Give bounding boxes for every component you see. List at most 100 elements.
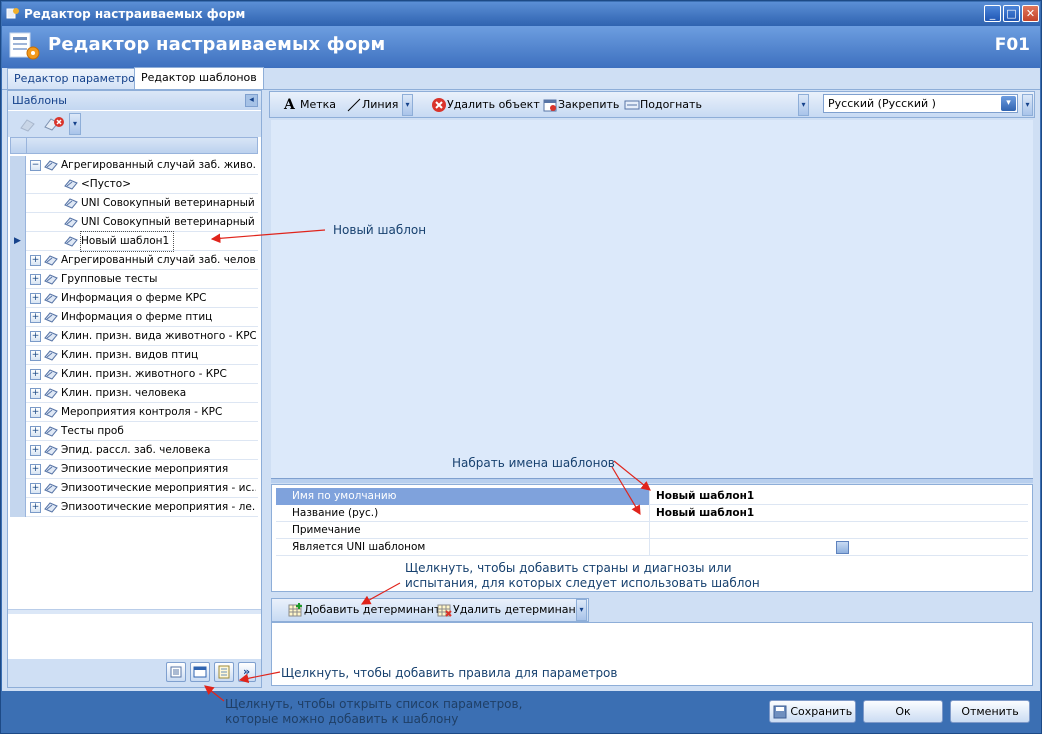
tree-item[interactable]: + Информация о ферме птиц [10,308,258,327]
pin-button[interactable]: Закрепить [542,96,619,115]
expand-icon[interactable]: + [30,331,41,342]
tab-template-editor[interactable]: Редактор шаблонов [134,67,264,89]
expand-icon[interactable]: + [30,464,41,475]
delete-template-icon[interactable] [42,114,72,134]
add-determinant-button[interactable]: Добавить детерминант [288,601,440,620]
add-template-icon[interactable] [18,115,38,133]
expand-icon[interactable]: + [30,350,41,361]
row-selector[interactable]: ▶ [10,232,26,251]
expand-icon[interactable]: + [30,255,41,266]
expand-icon[interactable]: + [30,502,41,513]
row-selector[interactable] [10,479,26,498]
tree-item[interactable]: + Клин. призн. человека [10,384,258,403]
tree-item[interactable]: + Эпид. рассл. заб. человека [10,441,258,460]
row-selector[interactable] [10,460,26,479]
tree-item-label: Агрегированный случай заб. живо... [61,159,256,171]
expand-icon[interactable]: + [30,274,41,285]
expand-icon[interactable]: + [30,312,41,323]
tree-item-label: Эпид. рассл. заб. человека [61,444,211,456]
language-select[interactable]: Русский (Русский ) ▾ [823,94,1018,113]
cancel-button[interactable]: Отменить [950,700,1030,723]
row-selector[interactable] [10,270,26,289]
row-selector[interactable] [10,327,26,346]
row-selector[interactable] [10,403,26,422]
row-selector[interactable] [10,251,26,270]
current-row-icon: ▶ [14,236,21,246]
save-button[interactable]: Сохранить [769,700,856,723]
tree-item[interactable]: UNI Совокупный ветеринарный ... [10,213,258,232]
minimize-button[interactable]: _ [984,5,1001,22]
line-tool-button[interactable]: Линия [346,96,398,115]
property-value-input[interactable] [652,522,1028,539]
tree-item[interactable]: + Информация о ферме КРС [10,289,258,308]
expand-icon[interactable]: + [30,483,41,494]
title-bar: Редактор настраиваемых форм [2,2,1040,26]
fit-button[interactable]: Подогнать [624,96,702,115]
expand-icon[interactable]: + [30,369,41,380]
rules-button[interactable] [214,662,234,682]
tree-item[interactable]: + Агрегированный случай заб. челов... [10,251,258,270]
tree-item[interactable]: + Эпизоотические мероприятия - ис... [10,479,258,498]
row-selector[interactable] [10,441,26,460]
row-selector[interactable] [10,346,26,365]
label-tool-button[interactable]: A Метка [284,96,336,115]
maximize-button[interactable]: □ [1003,5,1020,22]
property-row-russian-name[interactable]: Название (рус.) Новый шаблон1 [276,505,1028,522]
expand-icon[interactable]: + [30,293,41,304]
property-value-input[interactable]: Новый шаблон1 [652,505,1028,522]
tree-item[interactable]: + Эпизоотические мероприятия - ле... [10,498,258,517]
tree-item[interactable]: <Пусто> [10,175,258,194]
row-selector[interactable] [10,422,26,441]
tree-item[interactable]: + Эпизоотические мероприятия [10,460,258,479]
expand-icon[interactable]: + [30,445,41,456]
row-selector[interactable] [10,194,26,213]
tree-item[interactable]: + Мероприятия контроля - КРС [10,403,258,422]
actions-dropdown[interactable]: ▾ [798,94,809,116]
property-value-input[interactable]: Новый шаблон1 [652,488,1028,505]
tab-parameter-editor[interactable]: Редактор параметров [7,68,149,89]
parameters-list-button[interactable] [166,662,186,682]
ok-button[interactable]: Ок [863,700,943,723]
templates-panel-header: Шаблоны ◂ [8,91,261,110]
remove-determinant-button[interactable]: Удалить детерминант [437,601,582,620]
property-row-uni[interactable]: Является UNI шаблоном [276,539,1028,556]
expand-panel-button[interactable]: » [238,662,256,682]
row-selector[interactable] [10,175,26,194]
tree-item[interactable]: + Клин. призн. видов птиц [10,346,258,365]
collapse-icon[interactable]: − [30,160,41,171]
property-row-note[interactable]: Примечание [276,522,1028,539]
expand-icon[interactable]: + [30,407,41,418]
collapse-panel-button[interactable]: ◂ [245,94,258,107]
panel-splitter[interactable] [8,609,261,614]
row-selector[interactable] [10,365,26,384]
tree-item[interactable]: + Клин. призн. животного - КРС [10,365,258,384]
delete-object-button[interactable]: Удалить объект [431,96,540,115]
tree-item[interactable]: + Групповые тесты [10,270,258,289]
tree-item[interactable]: ▶ Новый шаблон1 [10,231,258,252]
row-selector[interactable] [10,156,26,175]
chevron-down-icon[interactable]: ▾ [1001,96,1016,111]
tree-item[interactable]: − Агрегированный случай заб. живо... [10,156,258,175]
row-selector[interactable] [10,308,26,327]
templates-toolbar-dropdown[interactable]: ▾ [69,113,81,135]
expand-icon[interactable]: + [30,426,41,437]
determinant-dropdown[interactable]: ▾ [576,599,587,621]
property-row-default-name[interactable]: Имя по умолчанию Новый шаблон1 [276,488,1028,505]
language-toolbar-dropdown[interactable]: ▾ [1022,94,1033,116]
uni-checkbox[interactable] [836,541,849,554]
design-canvas[interactable] [271,120,1033,478]
row-selector[interactable] [10,498,26,517]
tree-item-label: Эпизоотические мероприятия - ле... [61,501,256,513]
template-icon [44,292,58,307]
canvas-splitter[interactable] [271,478,1033,483]
tree-item[interactable]: + Тесты проб [10,422,258,441]
tools-dropdown[interactable]: ▾ [402,94,413,116]
row-selector[interactable] [10,384,26,403]
form-view-button[interactable] [190,662,210,682]
expand-icon[interactable]: + [30,388,41,399]
row-selector[interactable] [10,289,26,308]
close-button[interactable]: ✕ [1022,5,1039,22]
tree-item[interactable]: + Клин. призн. вида животного - КРС [10,327,258,346]
row-selector[interactable] [10,213,26,232]
tree-item[interactable]: UNI Совокупный ветеринарный ... [10,194,258,213]
